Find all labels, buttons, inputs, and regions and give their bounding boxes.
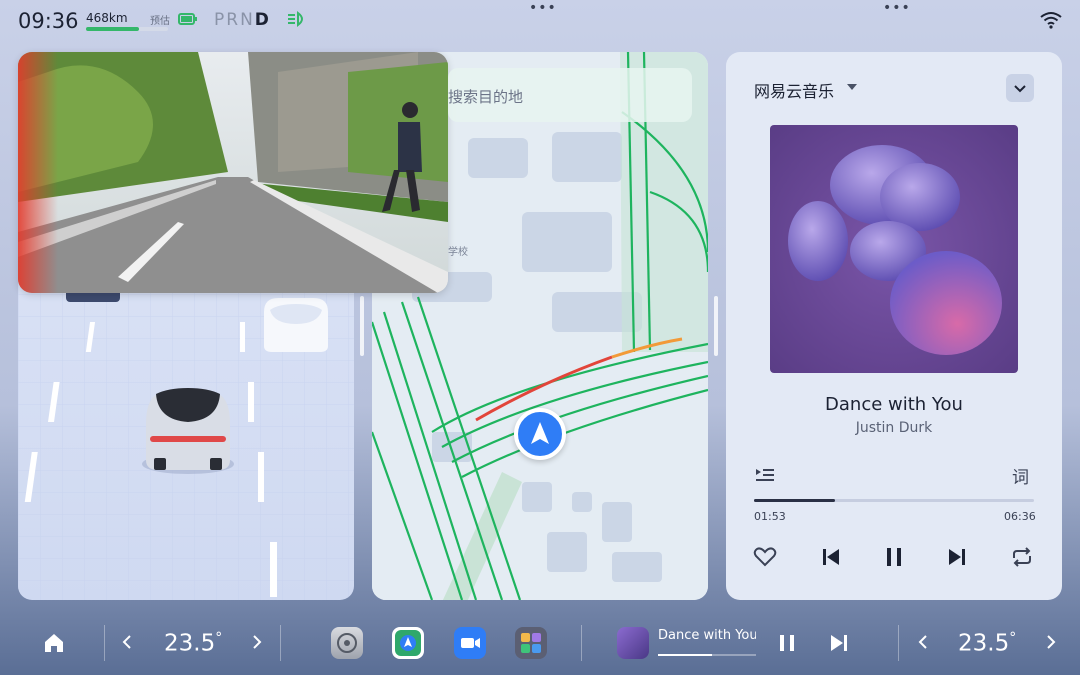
playlist-icon[interactable] bbox=[752, 461, 780, 489]
dock-separator bbox=[581, 625, 582, 661]
apps-grid-icon[interactable] bbox=[515, 627, 547, 659]
current-time: 01:53 bbox=[754, 510, 786, 523]
gear-selector: PRND bbox=[214, 10, 271, 30]
right-temp-value: 23.5 bbox=[958, 630, 1010, 657]
total-time: 06:36 bbox=[1004, 510, 1036, 523]
repeat-icon[interactable] bbox=[1008, 543, 1036, 571]
right-temperature[interactable]: 23.5° bbox=[958, 630, 1016, 657]
search-box[interactable]: 搜索目的地 bbox=[448, 68, 692, 122]
chevron-down-icon bbox=[1014, 85, 1026, 93]
chevron-right-icon-right-zone[interactable] bbox=[1044, 632, 1058, 652]
ego-car bbox=[142, 388, 234, 474]
like-icon[interactable] bbox=[751, 543, 779, 571]
headlight-icon bbox=[288, 11, 303, 27]
navigation-app-icon[interactable] bbox=[392, 627, 424, 659]
camera-feed[interactable] bbox=[18, 52, 448, 293]
caret-down-icon[interactable] bbox=[847, 84, 857, 90]
gear-p: P bbox=[214, 10, 227, 30]
range-fill bbox=[86, 27, 140, 31]
settings-app-icon[interactable] bbox=[331, 627, 363, 659]
mini-album-cover[interactable] bbox=[617, 627, 649, 659]
progress-bar[interactable] bbox=[754, 499, 1034, 502]
mini-progress-fill bbox=[658, 654, 712, 656]
temp-unit: ° bbox=[215, 630, 223, 646]
wifi-icon[interactable] bbox=[1040, 11, 1062, 29]
battery-icon bbox=[178, 13, 197, 25]
dock-separator bbox=[280, 625, 281, 661]
location-arrow-icon[interactable] bbox=[514, 408, 566, 460]
music-drag-handle-icon[interactable]: ••• bbox=[883, 1, 910, 15]
song-title: Dance with You bbox=[825, 394, 963, 415]
estimate-label: 预估 bbox=[150, 16, 170, 27]
gear-r: R bbox=[226, 10, 241, 30]
dock-separator bbox=[898, 625, 899, 661]
previous-icon[interactable] bbox=[817, 543, 845, 571]
chevron-left-icon[interactable] bbox=[120, 632, 134, 652]
chevron-left-icon-right-zone[interactable] bbox=[916, 632, 930, 652]
progress-fill bbox=[754, 499, 836, 502]
map-drag-handle-icon[interactable]: ••• bbox=[529, 1, 556, 15]
range-value: 468km bbox=[86, 11, 128, 25]
split-handle-right[interactable] bbox=[714, 296, 718, 356]
split-handle-left[interactable] bbox=[360, 296, 364, 356]
gear-d: D bbox=[254, 10, 271, 30]
dock-separator bbox=[104, 625, 105, 661]
lyrics-button[interactable]: 词 bbox=[1012, 463, 1029, 488]
poi-label: 学校 bbox=[448, 247, 468, 258]
next-icon[interactable] bbox=[943, 543, 971, 571]
left-temperature[interactable]: 23.5° bbox=[164, 630, 222, 657]
chevron-right-icon[interactable] bbox=[250, 632, 264, 652]
left-temp-value: 23.5 bbox=[164, 630, 216, 657]
collapse-button[interactable] bbox=[1006, 74, 1034, 102]
camera-image bbox=[18, 52, 448, 293]
temp-unit: ° bbox=[1009, 630, 1017, 646]
album-cover bbox=[770, 125, 1018, 373]
lead-car bbox=[264, 298, 328, 352]
mini-next-icon[interactable] bbox=[828, 631, 850, 655]
video-call-app-icon[interactable] bbox=[454, 627, 486, 659]
pause-icon[interactable] bbox=[880, 543, 908, 571]
artist-name: Justin Durk bbox=[855, 420, 933, 436]
gear-n: N bbox=[240, 10, 255, 30]
search-input[interactable]: 搜索目的地 bbox=[448, 86, 523, 107]
mini-progress-bar bbox=[658, 654, 756, 656]
mini-player-title[interactable]: Dance with You bbox=[658, 628, 756, 643]
mini-pause-icon[interactable] bbox=[776, 631, 798, 655]
music-app-name[interactable]: 网易云音乐 bbox=[754, 78, 834, 102]
range-bar bbox=[86, 27, 168, 31]
home-icon[interactable] bbox=[42, 631, 66, 655]
clock: 09:36 bbox=[18, 9, 79, 33]
